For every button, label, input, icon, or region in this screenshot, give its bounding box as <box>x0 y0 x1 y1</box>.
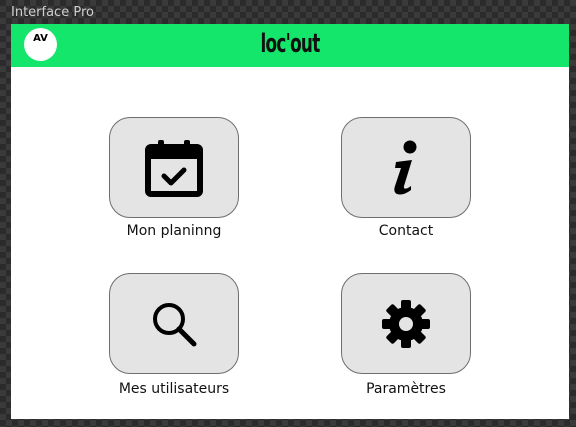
planning-button[interactable] <box>109 117 239 218</box>
users-button[interactable] <box>109 273 239 374</box>
avatar-initials: AV <box>33 33 48 44</box>
users-label: Mes utilisateurs <box>118 381 230 397</box>
search-icon <box>150 300 198 348</box>
window-title: Interface Pro <box>11 5 94 20</box>
settings-label: Paramètres <box>366 381 446 397</box>
top-bar: AV loc'out <box>11 24 569 67</box>
planning-label: Mon planinng <box>126 223 222 239</box>
calendar-check-icon <box>144 139 204 197</box>
app-logo: loc'out <box>260 29 320 59</box>
avatar[interactable]: AV <box>24 28 57 61</box>
contact-button[interactable] <box>341 117 471 218</box>
info-icon <box>391 140 421 196</box>
settings-button[interactable] <box>341 273 471 374</box>
contact-label: Contact <box>378 223 434 239</box>
app-screen: AV loc'out Mon planinng Contact Mes util… <box>11 24 569 419</box>
gear-icon <box>381 299 431 349</box>
